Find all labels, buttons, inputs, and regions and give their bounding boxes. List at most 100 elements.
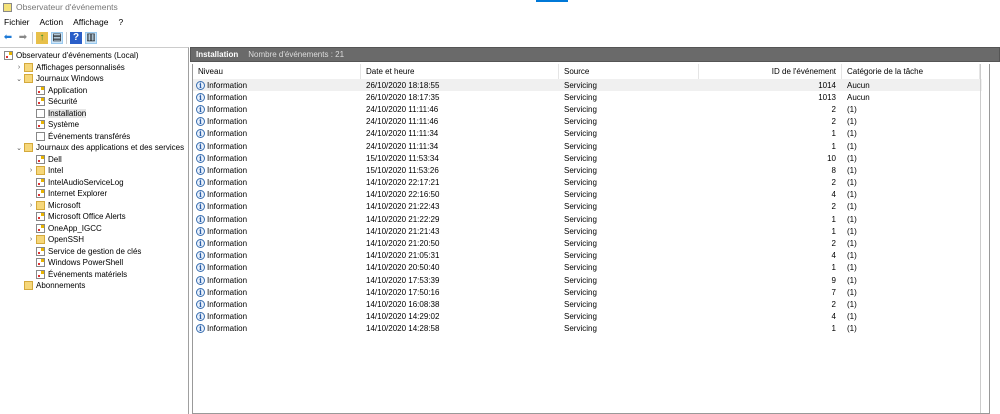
- cell-date: 14/10/2020 21:20:50: [366, 239, 440, 249]
- up-folder-icon[interactable]: ↑: [36, 31, 48, 44]
- cell-level: i Information: [193, 275, 361, 285]
- cell-event-id: 2: [831, 117, 836, 127]
- table-row[interactable]: i Information 14/10/2020 22:17:21 Servicing…: [193, 177, 989, 189]
- log-icon: [36, 131, 45, 141]
- menu-fichier[interactable]: Fichier: [4, 17, 30, 27]
- folder-icon: [36, 200, 45, 210]
- tree-item[interactable]: Dell: [0, 154, 188, 166]
- log-icon: [36, 108, 45, 118]
- chevron-icon[interactable]: ⌄: [14, 144, 24, 152]
- tree-item-label: Internet Explorer: [48, 189, 108, 199]
- tree-item-label: OpenSSH: [48, 235, 85, 245]
- table-row[interactable]: i Information 14/10/2020 22:16:50 Servicing…: [193, 189, 989, 201]
- table-row[interactable]: i Information 24/10/2020 11:11:46 Servicing…: [193, 103, 989, 115]
- table-row[interactable]: i Information 14/10/2020 14:29:02 Servicing…: [193, 311, 989, 323]
- chevron-icon[interactable]: ›: [26, 236, 36, 243]
- table-row[interactable]: i Information 14/10/2020 21:20:50 Servicing…: [193, 237, 989, 249]
- level-text: Information: [207, 275, 248, 285]
- cell-event-id: 2: [831, 202, 836, 212]
- window-title: Observateur d'événements: [16, 2, 118, 12]
- table-row[interactable]: i Information 14/10/2020 21:22:29 Servicing…: [193, 213, 989, 225]
- cell-date: 14/10/2020 22:16:50: [366, 190, 440, 200]
- tree-item[interactable]: IntelAudioServiceLog: [0, 177, 188, 189]
- table-row[interactable]: i Information 26/10/2020 18:17:35 Servicing…: [193, 91, 989, 103]
- vertical-scrollbar[interactable]: [980, 64, 989, 413]
- tree-item-label: Sécurité: [48, 97, 78, 107]
- table-row[interactable]: i Information 24/10/2020 11:11:34 Servicing…: [193, 128, 989, 140]
- tree-item[interactable]: Système: [0, 119, 188, 131]
- cell-category: (1): [847, 141, 857, 151]
- chevron-icon[interactable]: ›: [26, 202, 36, 209]
- tree-item-label: Système: [48, 120, 80, 130]
- info-icon: i: [196, 104, 205, 114]
- info-icon: i: [196, 202, 205, 212]
- cell-date: 14/10/2020 20:50:40: [366, 263, 440, 273]
- show-hide-tree-icon[interactable]: ▤: [51, 31, 63, 44]
- tree-item[interactable]: Application: [0, 85, 188, 97]
- table-row[interactable]: i Information 14/10/2020 16:08:38 Servicing…: [193, 298, 989, 310]
- toolbar-separator: [66, 31, 67, 44]
- info-icon: i: [196, 80, 205, 90]
- table-row[interactable]: i Information 14/10/2020 17:53:39 Servicing…: [193, 274, 989, 286]
- tree-item[interactable]: Installation: [0, 108, 188, 120]
- tree-item[interactable]: › Microsoft: [0, 200, 188, 212]
- table-row[interactable]: i Information 24/10/2020 11:11:34 Servicing…: [193, 140, 989, 152]
- tree-item[interactable]: OneApp_IGCC: [0, 223, 188, 235]
- event-count: Nombre d'événements : 21: [248, 50, 345, 59]
- cell-level: i Information: [193, 226, 361, 236]
- tree-item[interactable]: ⌄ Journaux Windows: [0, 73, 188, 85]
- tree-item[interactable]: Sécurité: [0, 96, 188, 108]
- tree-item[interactable]: ⌄ Journaux des applications et des servic…: [0, 142, 188, 154]
- show-hide-action-pane-icon[interactable]: ▥: [85, 31, 97, 44]
- tree-item[interactable]: Service de gestion de clés: [0, 246, 188, 258]
- col-date[interactable]: Date et heure: [361, 64, 559, 79]
- cell-level: i Information: [193, 214, 361, 224]
- help-icon[interactable]: ?: [70, 31, 82, 44]
- col-event-id[interactable]: ID de l'événement: [699, 64, 842, 79]
- tree-item[interactable]: Abonnements: [0, 280, 188, 292]
- col-source[interactable]: Source: [559, 64, 699, 79]
- cell-level: i Information: [193, 324, 361, 334]
- menu-action[interactable]: Action: [40, 17, 64, 27]
- tree-item-label: Dell: [48, 154, 62, 164]
- tree-item[interactable]: › OpenSSH: [0, 234, 188, 246]
- table-row[interactable]: i Information 14/10/2020 21:22:43 Servicing…: [193, 201, 989, 213]
- table-row[interactable]: i Information 14/10/2020 17:50:16 Servicing…: [193, 286, 989, 298]
- back-arrow-icon[interactable]: ⬅: [2, 32, 14, 44]
- table-row[interactable]: i Information 26/10/2020 18:18:55 Servicing…: [193, 79, 982, 92]
- table-row[interactable]: i Information 15/10/2020 11:53:34 Servicing…: [193, 152, 989, 164]
- cell-source: Servicing: [564, 190, 597, 200]
- menu-help[interactable]: ?: [118, 17, 123, 27]
- cell-date: 24/10/2020 11:11:46: [366, 117, 439, 127]
- tree-item[interactable]: Windows PowerShell: [0, 257, 188, 269]
- table-row[interactable]: i Information 14/10/2020 21:21:43 Servicing…: [193, 225, 989, 237]
- chevron-icon[interactable]: ⌄: [14, 75, 24, 83]
- tree-item[interactable]: › Affichages personnalisés: [0, 62, 188, 74]
- col-category[interactable]: Catégorie de la tâche: [842, 64, 980, 79]
- level-text: Information: [207, 92, 248, 102]
- level-text: Information: [207, 312, 248, 322]
- tree-item[interactable]: Événements matériels: [0, 269, 188, 281]
- level-text: Information: [207, 263, 248, 273]
- tree-item[interactable]: Microsoft Office Alerts: [0, 211, 188, 223]
- tree-item-label: Installation: [48, 108, 87, 118]
- table-row[interactable]: i Information 14/10/2020 21:05:31 Servicing…: [193, 250, 989, 262]
- table-row[interactable]: i Information 14/10/2020 14:28:58 Servicing…: [193, 323, 989, 335]
- table-row[interactable]: i Information 14/10/2020 20:50:40 Servicing…: [193, 262, 989, 274]
- table-row[interactable]: i Information 24/10/2020 11:11:46 Servicing…: [193, 116, 989, 128]
- forward-arrow-icon[interactable]: ➡: [17, 32, 29, 44]
- chevron-icon[interactable]: ›: [14, 64, 24, 71]
- tree-item[interactable]: Internet Explorer: [0, 188, 188, 200]
- cell-event-id: 1: [831, 129, 836, 139]
- cell-level: i Information: [193, 153, 361, 163]
- table-row[interactable]: i Information 15/10/2020 11:53:26 Servicing…: [193, 164, 989, 176]
- cell-category: (1): [847, 226, 857, 236]
- menu-affichage[interactable]: Affichage: [73, 17, 108, 27]
- chevron-icon[interactable]: ›: [26, 167, 36, 174]
- tree-item[interactable]: Événements transférés: [0, 131, 188, 143]
- tree-item[interactable]: Observateur d'événements (Local): [0, 50, 188, 62]
- tree-item[interactable]: › Intel: [0, 165, 188, 177]
- col-niveau[interactable]: Niveau: [193, 64, 361, 79]
- level-text: Information: [207, 178, 248, 188]
- cell-level: i Information: [193, 263, 361, 273]
